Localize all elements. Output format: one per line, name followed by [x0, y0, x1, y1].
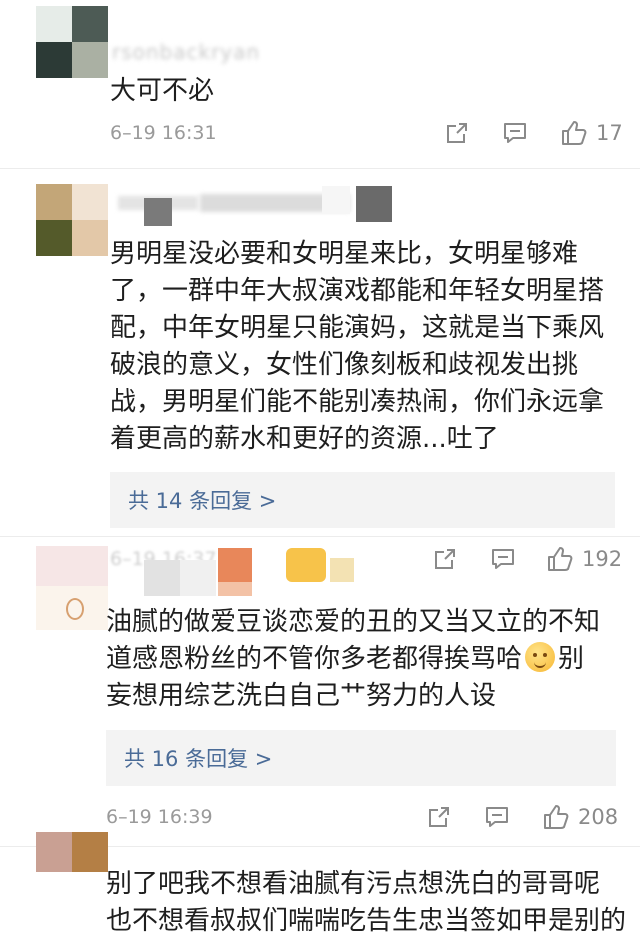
timestamp: 6–19 16:31 [110, 122, 217, 144]
share-icon [444, 120, 470, 146]
view-replies-button[interactable]: 共 16 条回复 > [106, 730, 616, 786]
comment-text: 大可不必 [110, 76, 215, 106]
comment-button[interactable] [490, 546, 516, 572]
divider [0, 536, 640, 537]
like-button[interactable]: 17 [560, 119, 623, 147]
comment-icon [490, 546, 516, 572]
smiling-emoji-icon [525, 642, 556, 672]
divider [0, 168, 640, 169]
username-blurred[interactable]: rsonbackryan [112, 40, 260, 64]
like-button[interactable]: 192 [546, 545, 622, 573]
replies-label: 共 14 条回复 > [128, 489, 277, 513]
avatar[interactable] [36, 6, 108, 78]
avatar[interactable] [36, 184, 108, 256]
share-icon [432, 546, 458, 572]
comment-button[interactable] [484, 804, 510, 830]
like-count: 17 [596, 121, 623, 145]
comment-button[interactable] [502, 120, 528, 146]
comment-icon [484, 804, 510, 830]
comment-text-line: 道感恩粉丝的不管你多老都得挨骂哈 [106, 644, 523, 674]
like-count: 192 [582, 547, 623, 571]
like-icon [542, 803, 570, 831]
share-button[interactable] [432, 546, 458, 572]
like-icon [560, 119, 588, 147]
share-button[interactable] [444, 120, 470, 146]
timestamp: 6–19 16:39 [106, 806, 213, 828]
comment-icon [502, 120, 528, 146]
replies-label: 共 16 条回复 > [124, 747, 273, 771]
like-count: 208 [578, 805, 619, 829]
like-button[interactable]: 208 [542, 803, 618, 831]
comment-text-line: 别 [558, 644, 585, 674]
avatar[interactable] [36, 546, 108, 630]
like-icon [546, 545, 574, 573]
share-button[interactable] [426, 804, 452, 830]
view-replies-button[interactable]: 共 14 条回复 > [110, 472, 615, 528]
share-icon [426, 804, 452, 830]
avatar[interactable] [36, 832, 108, 872]
